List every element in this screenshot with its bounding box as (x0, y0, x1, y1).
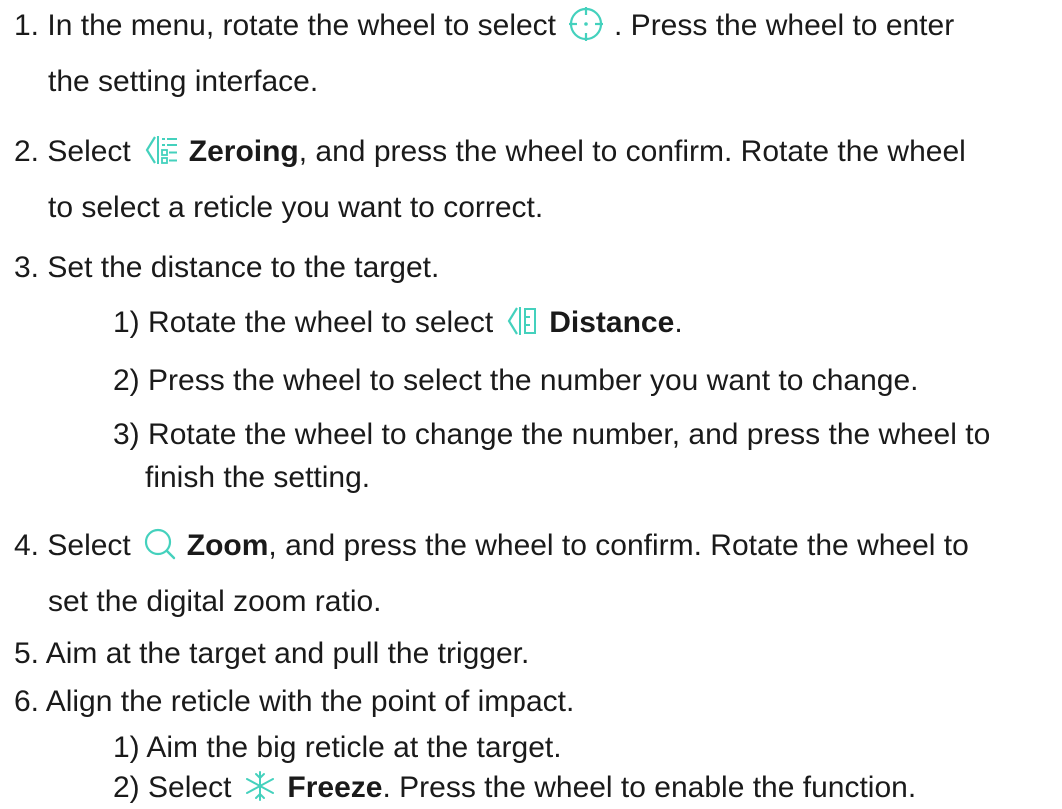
step-text: Select (47, 135, 131, 168)
step-number: 4. (14, 529, 40, 562)
substep-number: 2) (113, 771, 140, 804)
step-text: Align the reticle with the point of impa… (45, 685, 575, 718)
step-number: 6. (14, 685, 40, 718)
substep-text: Press the wheel to select the number you… (148, 364, 919, 397)
step-text: , and press the wheel to confirm. Rotate… (268, 529, 969, 562)
step-3-sub-2: 2) Press the wheel to select the number … (113, 363, 918, 399)
step-5-line-1: 5. Aim at the target and pull the trigge… (14, 636, 529, 672)
step-3-sub-3-line-1: 3) Rotate the wheel to change the number… (113, 417, 990, 453)
step-text: Aim at the target and pull the trigger. (45, 637, 530, 670)
step-text: In the menu, rotate the wheel to select (47, 9, 557, 42)
menu-item-distance: Distance (549, 306, 675, 339)
substep-text: . Press the wheel to enable the function… (382, 771, 917, 804)
step-text: , and press the wheel to confirm. Rotate… (298, 135, 966, 168)
step-number: 2. (14, 135, 40, 168)
reticle-crosshair-icon (568, 6, 604, 42)
menu-item-zoom: Zoom (186, 529, 269, 562)
substep-number: 1) (113, 731, 140, 764)
zeroing-icon (143, 134, 179, 166)
step-number: 3. (14, 251, 40, 284)
step-text: Set the distance to the target. (47, 251, 440, 284)
substep-number: 1) (113, 306, 140, 339)
step-6-sub-1: 1) Aim the big reticle at the target. (113, 730, 562, 766)
menu-item-freeze: Freeze (287, 771, 383, 804)
step-6-line-1: 6. Align the reticle with the point of i… (14, 684, 574, 720)
zoom-icon (143, 527, 177, 561)
step-6-sub-2: 2) Select Freeze. Press the wheel to ena… (113, 770, 916, 806)
step-text: . Press the wheel to enter (614, 9, 955, 42)
substep-text: Aim the big reticle at the target. (146, 731, 562, 764)
distance-icon (505, 305, 539, 337)
substep-text: . (674, 306, 683, 339)
step-1-line-1: 1. In the menu, rotate the wheel to sele… (14, 6, 955, 45)
step-3-sub-3-line-2: finish the setting. (145, 461, 371, 494)
menu-item-zeroing: Zeroing (188, 135, 299, 168)
step-2-line-2: to select a reticle you want to correct. (48, 191, 544, 224)
substep-number: 2) (113, 364, 140, 397)
step-3-line-1: 3. Set the distance to the target. (14, 250, 439, 286)
step-4-line-1: 4. Select Zoom, and press the wheel to c… (14, 528, 969, 564)
freeze-icon (243, 769, 277, 803)
step-1-line-2: the setting interface. (48, 65, 319, 98)
step-text: Select (47, 529, 131, 562)
substep-number: 3) (113, 418, 140, 451)
step-2-line-1: 2. Select Zeroing, and press the wheel t… (14, 134, 966, 170)
step-number: 5. (14, 637, 40, 670)
step-number: 1. (14, 9, 40, 42)
substep-text: Select (148, 771, 232, 804)
step-3-sub-1: 1) Rotate the wheel to select Distance. (113, 305, 683, 341)
substep-text: Rotate the wheel to change the number, a… (148, 418, 991, 451)
substep-text: Rotate the wheel to select (148, 306, 494, 339)
step-4-line-2: set the digital zoom ratio. (48, 585, 382, 618)
